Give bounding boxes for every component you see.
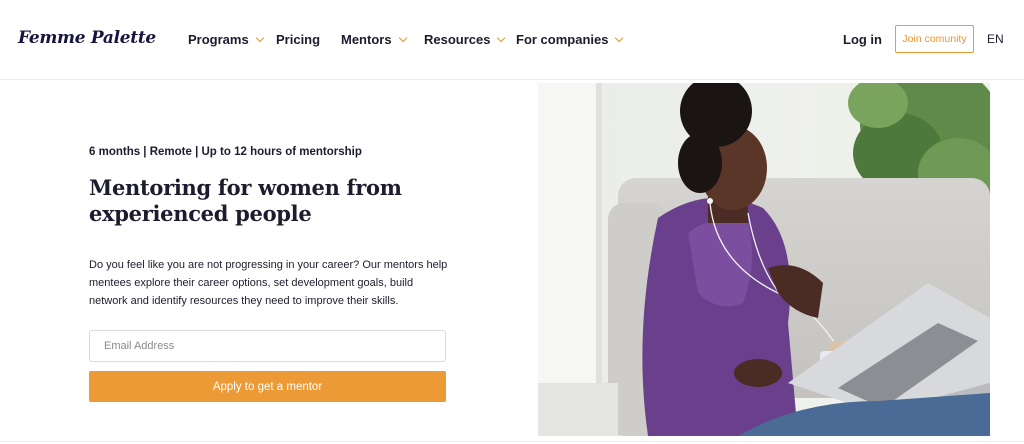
nav-resources-label: Resources (424, 32, 491, 47)
chevron-down-icon (615, 33, 624, 42)
hero-description: Do you feel like you are not progressing… (89, 259, 448, 307)
nav-pricing-label: Pricing (276, 32, 321, 47)
brand-logo[interactable]: Femme Palette (18, 28, 156, 48)
hero-photo (538, 83, 990, 436)
chevron-down-icon (255, 33, 264, 42)
top-navbar: Femme Palette Programs Pricing Mentors R… (0, 0, 1024, 80)
nav-programs-label: Programs (188, 32, 249, 47)
chevron-down-icon (497, 33, 506, 42)
program-meta: 6 months | Remote | Up to 12 hours of me… (89, 146, 362, 158)
page-divider (0, 441, 1024, 442)
nav-mentors[interactable]: Mentors (341, 32, 407, 47)
nav-programs[interactable]: Programs (188, 32, 264, 47)
join-community-button[interactable]: Join comunity (895, 25, 974, 53)
hero-title: Mentoring for women from experienced peo… (89, 175, 402, 226)
nav-pricing[interactable]: Pricing (276, 32, 320, 47)
nav-mentors-label: Mentors (341, 32, 392, 47)
login-link[interactable]: Log in (843, 32, 882, 47)
email-input[interactable] (89, 330, 446, 362)
apply-mentor-button[interactable]: Apply to get a mentor (89, 371, 446, 402)
language-selector[interactable]: EN (987, 32, 1004, 46)
nav-for-companies[interactable]: For companies (516, 32, 624, 47)
nav-for-companies-label: For companies (516, 32, 609, 47)
nav-resources[interactable]: Resources (424, 32, 506, 47)
chevron-down-icon (398, 33, 407, 42)
